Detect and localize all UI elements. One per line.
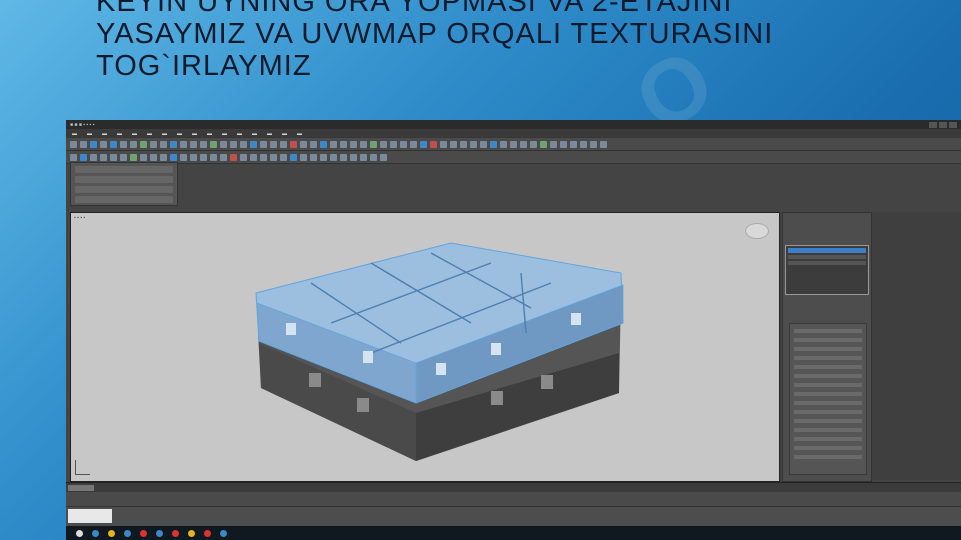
window bbox=[357, 398, 369, 412]
slide-title-line: TOG`IRLAYMIZ bbox=[96, 50, 312, 82]
main-toolbar[interactable] bbox=[66, 138, 961, 151]
secondary-toolbar[interactable] bbox=[66, 151, 961, 164]
uvwmap-parameters[interactable] bbox=[789, 323, 867, 475]
rotate-icon[interactable] bbox=[120, 140, 127, 148]
windows-taskbar[interactable] bbox=[66, 526, 961, 540]
select-icon[interactable] bbox=[100, 140, 107, 148]
menu-bar[interactable]: ▬ ▬ ▬ ▬ ▬ ▬ ▬ ▬ ▬ ▬ ▬ ▬ ▬ ▬ ▬ ▬ bbox=[66, 129, 961, 138]
axis-gizmo bbox=[75, 460, 90, 475]
window bbox=[363, 351, 373, 363]
command-panel[interactable] bbox=[782, 212, 872, 482]
snap-icon[interactable] bbox=[140, 140, 147, 148]
maxscript-listener[interactable] bbox=[68, 509, 112, 523]
link-icon[interactable] bbox=[90, 140, 97, 148]
render-icon[interactable] bbox=[430, 140, 437, 148]
move-icon[interactable] bbox=[110, 140, 117, 148]
status-bar bbox=[66, 506, 961, 527]
window bbox=[436, 363, 446, 375]
window bbox=[571, 313, 581, 325]
building-model[interactable] bbox=[71, 213, 779, 481]
side-panel bbox=[872, 212, 961, 480]
window bbox=[491, 343, 501, 355]
modeling-ribbon[interactable] bbox=[70, 162, 178, 206]
redo-icon[interactable] bbox=[80, 140, 87, 148]
material-editor-icon[interactable] bbox=[420, 140, 427, 148]
3dsmax-screenshot: ■ ■ ■ ▪ ▪ ▪ ▪ ▬ ▬ ▬ ▬ ▬ ▬ ▬ ▬ ▬ ▬ ▬ ▬ ▬ ▬ ▬ ▬ ▪ ▪ ▪ ▪ bbox=[66, 120, 961, 540]
window bbox=[491, 391, 503, 405]
slide-title-line: KEYIN UYNING ORA YOPMASI VA 2-ETAJINI bbox=[96, 0, 733, 18]
window-titlebar: ■ ■ ■ ▪ ▪ ▪ ▪ bbox=[66, 120, 961, 129]
window-controls[interactable] bbox=[929, 121, 961, 128]
slide-title-line: YASAYMIZ VA UVWMAP ORQALI TEXTURASINI bbox=[96, 18, 774, 50]
window bbox=[309, 373, 321, 387]
window-title: ■ ■ ■ ▪ ▪ ▪ ▪ bbox=[70, 121, 95, 128]
modifier-stack[interactable] bbox=[785, 245, 869, 295]
perspective-viewport[interactable]: ▪ ▪ ▪ ▪ bbox=[70, 212, 780, 482]
window bbox=[286, 323, 296, 335]
track-bar[interactable] bbox=[66, 492, 961, 506]
window bbox=[541, 375, 553, 389]
undo-icon[interactable] bbox=[70, 140, 77, 148]
scale-icon[interactable] bbox=[130, 140, 137, 148]
slide-title: KEYIN UYNING ORA YOPMASI VA 2-ETAJINI YA… bbox=[96, 0, 896, 82]
